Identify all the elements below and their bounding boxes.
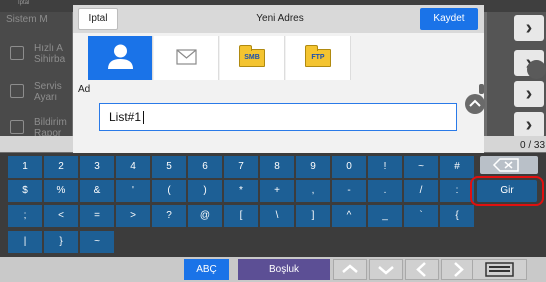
- char-key[interactable]: ): [188, 180, 222, 202]
- cursor-right-key[interactable]: [441, 259, 475, 280]
- chevron-right-icon: ›: [514, 15, 544, 41]
- char-key[interactable]: &: [80, 180, 114, 202]
- wizard-icon: [10, 46, 24, 60]
- abc-mode-key[interactable]: ABÇ: [184, 259, 229, 280]
- chevron-up-icon: [469, 99, 481, 107]
- background-system-label: Sistem M: [6, 14, 48, 25]
- char-key[interactable]: *: [224, 180, 258, 202]
- char-key[interactable]: {: [440, 205, 474, 227]
- char-key[interactable]: 2: [44, 156, 78, 178]
- tab-contact[interactable]: [88, 36, 153, 80]
- char-key[interactable]: /: [404, 180, 438, 202]
- char-key[interactable]: #: [440, 156, 474, 178]
- char-key[interactable]: _: [368, 205, 402, 227]
- name-field-label: Ad: [78, 84, 91, 95]
- chevron-right-icon: ›: [514, 81, 544, 107]
- envelope-icon: [176, 49, 197, 65]
- folder-icon: SMB: [239, 45, 265, 67]
- char-key[interactable]: %: [44, 180, 78, 202]
- char-key[interactable]: +: [260, 180, 294, 202]
- cursor-down-key[interactable]: [369, 259, 403, 280]
- person-icon: [108, 44, 133, 69]
- char-key[interactable]: 8: [260, 156, 294, 178]
- backspace-key[interactable]: [480, 156, 538, 174]
- char-key[interactable]: $: [8, 180, 42, 202]
- background-scroll-up-icon: [527, 60, 546, 79]
- dialog-title: Yeni Adres: [256, 13, 304, 24]
- char-key[interactable]: .: [368, 180, 402, 202]
- tab-smb[interactable]: SMB: [220, 36, 285, 80]
- name-input[interactable]: List#1: [99, 103, 457, 131]
- chevron-right-icon: ›: [514, 112, 544, 138]
- background-top-text: Iptal: [18, 0, 30, 6]
- background-menu-item-service: Servis Ayarı: [0, 76, 72, 110]
- char-key[interactable]: ,: [296, 180, 330, 202]
- cursor-up-key[interactable]: [333, 259, 367, 280]
- char-key[interactable]: ~: [404, 156, 438, 178]
- report-icon: [10, 120, 24, 134]
- chevron-right-icon: [454, 262, 464, 277]
- char-key[interactable]: @: [188, 205, 222, 227]
- scrollbar-thumb[interactable]: [479, 84, 484, 94]
- char-key[interactable]: 4: [116, 156, 150, 178]
- char-key[interactable]: ~: [80, 231, 114, 253]
- tab-ftp[interactable]: FTP: [286, 36, 351, 80]
- char-key[interactable]: 7: [224, 156, 258, 178]
- char-key[interactable]: |: [8, 231, 42, 253]
- save-button[interactable]: Kaydet: [420, 8, 478, 30]
- service-icon: [10, 84, 24, 98]
- char-key[interactable]: [: [224, 205, 258, 227]
- char-key[interactable]: 5: [152, 156, 186, 178]
- char-key[interactable]: `: [404, 205, 438, 227]
- chevron-left-icon: [416, 262, 426, 277]
- background-menu-item-wizard: Hızlı A Sihirba: [0, 38, 72, 72]
- enter-key[interactable]: Gir: [477, 180, 537, 202]
- cancel-button[interactable]: Iptal: [78, 8, 118, 30]
- chevron-up-icon: [342, 264, 358, 273]
- char-key[interactable]: }: [44, 231, 78, 253]
- char-key[interactable]: 1: [8, 156, 42, 178]
- char-key[interactable]: (: [152, 180, 186, 202]
- char-key[interactable]: 6: [188, 156, 222, 178]
- keyboard-toggle-button[interactable]: [472, 259, 527, 280]
- tab-email[interactable]: [154, 36, 219, 80]
- space-key[interactable]: Boşluk: [238, 259, 330, 280]
- char-key[interactable]: <: [44, 205, 78, 227]
- backspace-icon: [492, 158, 519, 172]
- char-key[interactable]: 9: [296, 156, 330, 178]
- chevron-down-icon: [378, 266, 394, 275]
- char-key[interactable]: ^: [332, 205, 366, 227]
- char-key[interactable]: 0: [332, 156, 366, 178]
- folder-icon: FTP: [305, 45, 331, 67]
- char-key[interactable]: ': [116, 180, 150, 202]
- char-key[interactable]: ]: [296, 205, 330, 227]
- char-key[interactable]: ;: [8, 205, 42, 227]
- char-key[interactable]: 3: [80, 156, 114, 178]
- char-key[interactable]: ?: [152, 205, 186, 227]
- scroll-up-button[interactable]: [465, 94, 485, 114]
- keyboard-icon: [485, 262, 514, 277]
- char-key[interactable]: !: [368, 156, 402, 178]
- char-key[interactable]: >: [116, 205, 150, 227]
- char-key[interactable]: :: [440, 180, 474, 202]
- char-key[interactable]: =: [80, 205, 114, 227]
- text-caret: [143, 111, 145, 125]
- cursor-left-key[interactable]: [405, 259, 439, 280]
- char-key[interactable]: \: [260, 205, 294, 227]
- char-key[interactable]: -: [332, 180, 366, 202]
- character-counter: 0 / 33: [520, 140, 546, 151]
